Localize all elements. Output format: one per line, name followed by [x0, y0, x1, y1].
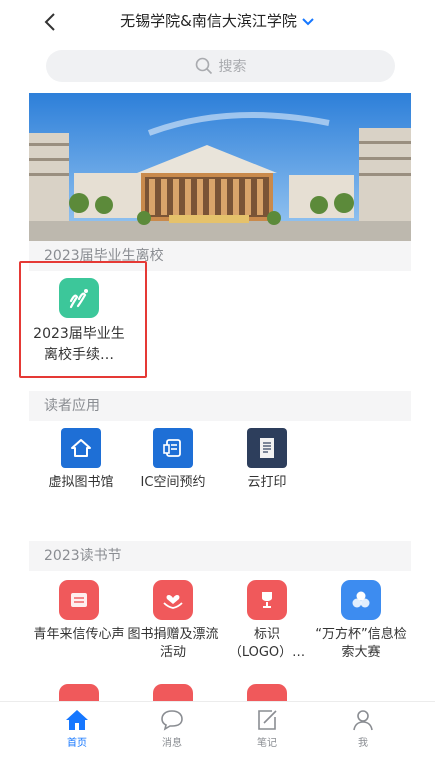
tab-label: 首页: [67, 738, 87, 749]
print-icon: [247, 428, 287, 468]
app-logo-contest[interactable]: 标识（LOGO）…: [221, 580, 313, 662]
search-input[interactable]: 搜索: [46, 50, 395, 82]
app-label: 标识（LOGO）…: [228, 627, 306, 660]
bottom-tab-bar: 首页 消息 笔记 我: [0, 701, 435, 763]
app-virtual-library[interactable]: 虚拟图书馆: [35, 428, 127, 492]
chevron-down-icon: [301, 13, 315, 31]
letter-icon: [59, 580, 99, 620]
page-title: 无锡学院&南信大滨江学院: [120, 12, 297, 30]
section-reading-festival-title: 2023读书节: [29, 541, 411, 571]
booking-icon: [153, 428, 193, 468]
partial-app-icon[interactable]: [247, 684, 287, 701]
trophy-icon: [247, 580, 287, 620]
app-wanfang-cup[interactable]: “万方杯”信息检索大赛: [315, 580, 407, 662]
header: 无锡学院&南信大滨江学院: [0, 0, 435, 44]
search-icon: [195, 57, 212, 75]
tab-label: 笔记: [257, 738, 277, 749]
app-label: 虚拟图书馆: [48, 475, 114, 490]
home-icon: [61, 428, 101, 468]
note-icon: [258, 710, 277, 730]
app-label: IC空间预约: [140, 475, 206, 490]
user-icon: [353, 710, 373, 731]
donate-icon: [153, 580, 193, 620]
search-placeholder: 搜索: [218, 59, 247, 75]
tab-label: 我: [358, 738, 368, 749]
app-ic-space-booking[interactable]: IC空间预约: [127, 428, 219, 492]
app-label: 云打印: [247, 475, 287, 490]
section-reader-apps-title: 读者应用: [29, 391, 411, 421]
app-label: “万方杯”信息检索大赛: [315, 627, 407, 660]
tab-messages[interactable]: 消息: [142, 708, 202, 749]
app-youth-letters[interactable]: 青年来信传心声: [33, 580, 125, 644]
banner-image[interactable]: [29, 93, 411, 241]
tab-label: 消息: [162, 738, 182, 749]
contest-icon: [341, 580, 381, 620]
library-switcher[interactable]: 无锡学院&南信大滨江学院: [0, 10, 435, 31]
partial-app-icon[interactable]: [59, 684, 99, 701]
app-label: 图书捐赠及漂流活动: [127, 627, 219, 660]
tab-home[interactable]: 首页: [47, 708, 107, 749]
partial-app-icon[interactable]: [153, 684, 193, 701]
app-book-donation[interactable]: 图书捐赠及漂流活动: [127, 580, 219, 662]
home-tab-icon: [66, 710, 88, 730]
app-cloud-print[interactable]: 云打印: [221, 428, 313, 492]
message-icon: [161, 710, 183, 731]
tab-notes[interactable]: 笔记: [237, 708, 297, 749]
tab-me[interactable]: 我: [333, 708, 393, 749]
app-label: 青年来信传心声: [33, 627, 125, 642]
selection-highlight: [19, 261, 147, 378]
